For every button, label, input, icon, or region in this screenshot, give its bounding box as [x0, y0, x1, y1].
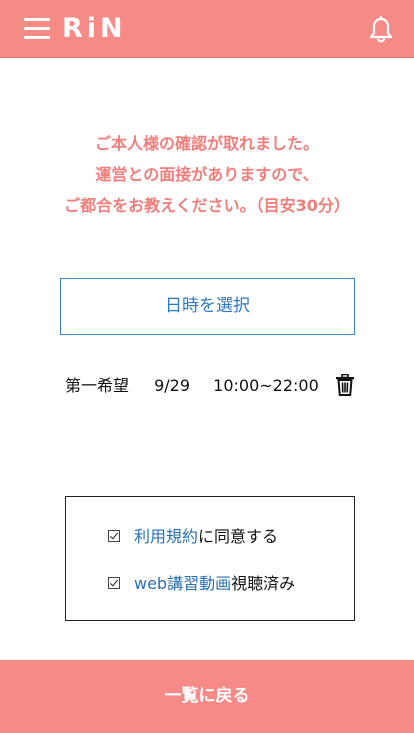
hamburger-menu-icon[interactable]: [24, 18, 50, 40]
video-watched-text: 視聴済み: [231, 574, 296, 593]
terms-checkbox[interactable]: [108, 529, 120, 542]
video-checkbox[interactable]: [108, 576, 120, 589]
video-watched-row[interactable]: web講習動画視聴済み: [108, 572, 295, 596]
video-link[interactable]: web講習動画: [134, 574, 231, 593]
app-header: RiN: [0, 0, 414, 58]
back-to-list-button[interactable]: 一覧に戻る: [0, 660, 414, 733]
terms-link[interactable]: 利用規約: [134, 527, 198, 546]
terms-agreement-text: に同意する: [198, 527, 279, 546]
agreement-box: 利用規約に同意する web講習動画視聴済み: [65, 496, 355, 621]
trash-icon[interactable]: [335, 374, 355, 396]
choice-label: 第一希望: [65, 376, 130, 395]
choice-date: 9/29: [154, 376, 191, 395]
first-choice-row: 第一希望 9/29 10:00~22:00: [65, 374, 319, 398]
message-line-3: ご都合をお教えください。（目安30分）: [64, 196, 350, 215]
message-line-2: 運営との面接がありますので、: [95, 165, 319, 184]
select-datetime-button[interactable]: 日時を選択: [60, 278, 355, 335]
bell-icon[interactable]: [368, 16, 394, 44]
message-line-1: ご本人様の確認が取れました。: [94, 134, 319, 153]
terms-agreement-row[interactable]: 利用規約に同意する: [108, 525, 278, 549]
confirmation-message: ご本人様の確認が取れました。 運営との面接がありますので、 ご都合をお教えくださ…: [0, 128, 414, 221]
choice-time: 10:00~22:00: [213, 376, 319, 395]
app-logo: RiN: [62, 13, 127, 44]
